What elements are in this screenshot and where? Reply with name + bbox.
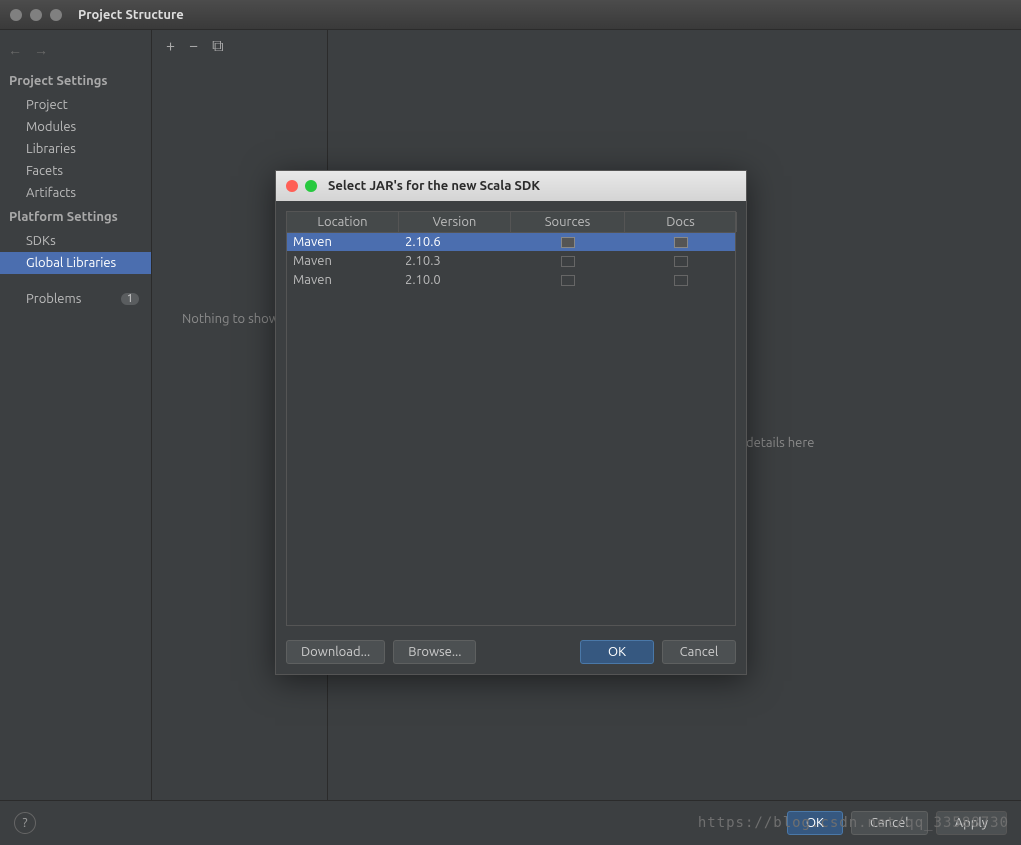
cell-sources xyxy=(511,252,625,270)
dialog-body: Location Version Sources Docs Maven 2.10… xyxy=(276,201,746,674)
sidebar-item-project[interactable]: Project xyxy=(0,94,151,116)
checkbox-icon[interactable] xyxy=(561,237,575,248)
checkbox-icon[interactable] xyxy=(674,275,688,286)
sdk-table: Location Version Sources Docs Maven 2.10… xyxy=(286,211,736,626)
cell-location: Maven xyxy=(287,252,399,270)
checkbox-icon[interactable] xyxy=(561,256,575,267)
cell-version: 2.10.0 xyxy=(399,271,511,289)
dialog-close-icon[interactable] xyxy=(286,180,298,192)
sidebar-item-facets[interactable]: Facets xyxy=(0,160,151,182)
col-location[interactable]: Location xyxy=(287,212,399,232)
col-sources[interactable]: Sources xyxy=(511,212,625,232)
detail-hint: details here xyxy=(746,436,814,450)
table-row[interactable]: Maven 2.10.3 xyxy=(287,252,735,271)
remove-icon[interactable]: − xyxy=(189,38,198,54)
col-docs[interactable]: Docs xyxy=(625,212,737,232)
select-jars-dialog: Select JAR's for the new Scala SDK Locat… xyxy=(275,170,747,675)
sidebar-item-modules[interactable]: Modules xyxy=(0,116,151,138)
nav-back-icon[interactable]: ← xyxy=(8,42,22,58)
add-icon[interactable]: + xyxy=(166,38,175,54)
cell-sources xyxy=(511,271,625,289)
dialog-ok-button[interactable]: OK xyxy=(580,640,654,664)
col-version[interactable]: Version xyxy=(399,212,511,232)
copy-icon[interactable]: ⧉ xyxy=(212,38,223,54)
sidebar-section-platform: Platform Settings xyxy=(0,204,151,230)
nav-history: ← → xyxy=(0,38,151,68)
sidebar: ← → Project Settings Project Modules Lib… xyxy=(0,30,152,800)
dialog-buttons: Download... Browse... OK Cancel xyxy=(286,626,736,664)
cell-docs xyxy=(625,233,737,251)
main-titlebar: Project Structure xyxy=(0,0,1021,30)
problems-label: Problems xyxy=(26,292,81,306)
cell-sources xyxy=(511,233,625,251)
checkbox-icon[interactable] xyxy=(674,256,688,267)
window-title: Project Structure xyxy=(78,8,184,22)
sidebar-section-project: Project Settings xyxy=(0,68,151,94)
sidebar-item-artifacts[interactable]: Artifacts xyxy=(0,182,151,204)
checkbox-icon[interactable] xyxy=(561,275,575,286)
cell-location: Maven xyxy=(287,233,399,251)
main-apply-button[interactable]: Apply xyxy=(936,811,1007,835)
help-icon[interactable]: ? xyxy=(14,812,36,834)
table-row[interactable]: Maven 2.10.0 xyxy=(287,271,735,290)
checkbox-icon[interactable] xyxy=(674,237,688,248)
cell-version: 2.10.6 xyxy=(399,233,511,251)
cell-docs xyxy=(625,252,737,270)
dialog-title: Select JAR's for the new Scala SDK xyxy=(328,179,540,193)
window-control-close[interactable] xyxy=(10,9,22,21)
main-ok-button[interactable]: OK xyxy=(787,811,843,835)
sidebar-item-problems[interactable]: Problems 1 xyxy=(0,286,151,312)
cell-location: Maven xyxy=(287,271,399,289)
cell-docs xyxy=(625,271,737,289)
problems-badge: 1 xyxy=(121,293,139,305)
download-button[interactable]: Download... xyxy=(286,640,385,664)
dialog-zoom-icon[interactable] xyxy=(305,180,317,192)
cell-version: 2.10.3 xyxy=(399,252,511,270)
sidebar-item-global-libraries[interactable]: Global Libraries xyxy=(0,252,151,274)
sidebar-item-libraries[interactable]: Libraries xyxy=(0,138,151,160)
table-header: Location Version Sources Docs xyxy=(287,212,735,233)
dialog-titlebar: Select JAR's for the new Scala SDK xyxy=(276,171,746,201)
window-control-min[interactable] xyxy=(30,9,42,21)
window-control-max[interactable] xyxy=(50,9,62,21)
table-row[interactable]: Maven 2.10.6 xyxy=(287,233,735,252)
main-footer: ? OK Cancel Apply xyxy=(0,800,1021,844)
main-cancel-button[interactable]: Cancel xyxy=(851,811,928,835)
sidebar-item-sdks[interactable]: SDKs xyxy=(0,230,151,252)
dialog-cancel-button[interactable]: Cancel xyxy=(662,640,736,664)
middle-toolbar: + − ⧉ xyxy=(152,30,327,62)
nav-forward-icon[interactable]: → xyxy=(34,42,48,58)
browse-button[interactable]: Browse... xyxy=(393,640,476,664)
